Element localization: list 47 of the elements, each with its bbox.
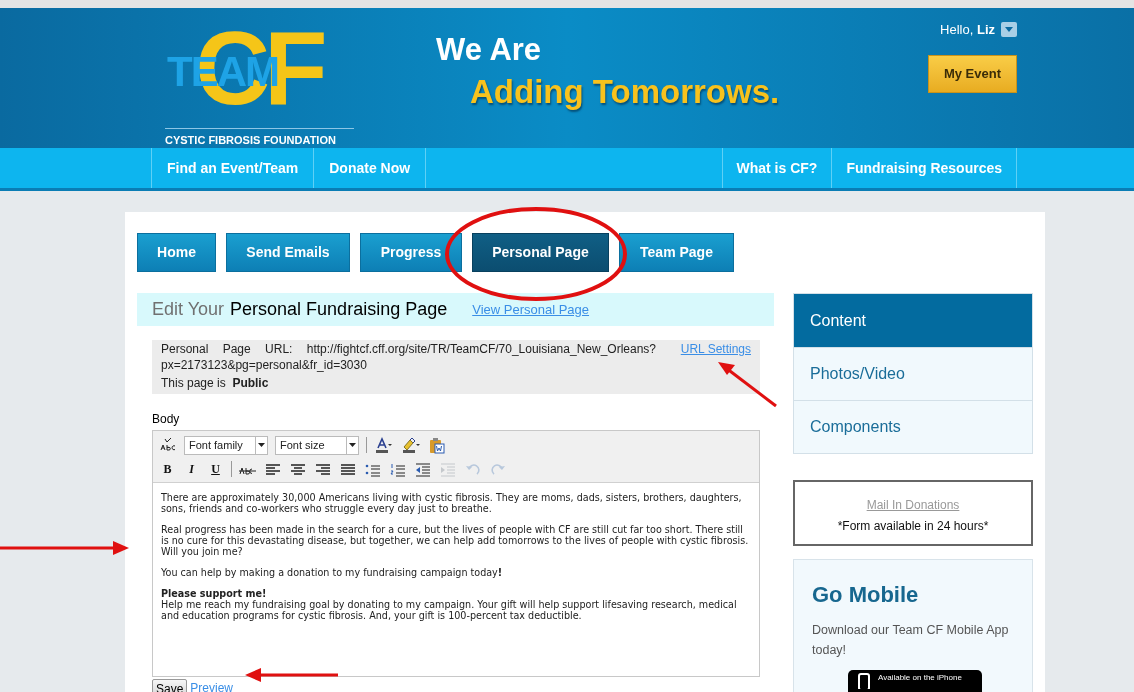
spellcheck-icon[interactable]: [159, 436, 177, 454]
italic-button[interactable]: I: [183, 460, 200, 478]
sidebar-item[interactable]: Components: [794, 400, 1032, 453]
nav-link[interactable]: Fundraising Resources: [832, 148, 1017, 188]
sidebar-item[interactable]: Photos/Video: [794, 347, 1032, 400]
url-settings-link[interactable]: URL Settings: [680, 341, 751, 373]
view-personal-page-link[interactable]: View Personal Page: [472, 299, 590, 320]
nav-link[interactable]: What is CF?: [722, 148, 833, 188]
bold-button[interactable]: B: [159, 460, 176, 478]
caret-icon: [349, 443, 356, 447]
tab[interactable]: Team Page: [619, 233, 734, 272]
body-paragraph: Please support me! Help me reach my fundraising goal by donating to my campaign. Your gift will help support lifesaving research, medical and education programs for cystic fibrosis. And, your gift is 100-percent tax deductible.: [161, 588, 738, 621]
form-note: *Form available in 24 hours*: [837, 517, 989, 535]
font-color-icon[interactable]: [374, 436, 394, 454]
outdent-icon[interactable]: [414, 460, 432, 478]
select-field[interactable]: Font family: [184, 435, 268, 455]
body-paragraph: Real progress has been made in the search for a cure, but the lives of people with CF are still cut far too short. There still is no cure for this devastating disease, but together, we can help add tomorrows to the lives of people with cystic fibrosis. Will you join me?: [161, 524, 750, 557]
app-store-badge[interactable]: Available on the iPhone: [848, 670, 982, 692]
body-label: Body: [152, 411, 181, 428]
greeting: Hello, Liz: [940, 21, 995, 39]
nav-link[interactable]: Donate Now: [314, 148, 427, 188]
tab[interactable]: Personal Page: [472, 233, 609, 272]
go-mobile-title: Go Mobile: [812, 581, 920, 609]
paste-word-icon[interactable]: [428, 436, 446, 454]
mail-in-donations-link[interactable]: Mail In Donations: [866, 495, 960, 514]
dropdown-icon[interactable]: [1001, 22, 1017, 38]
underline-button[interactable]: U: [207, 460, 224, 478]
mobile-text: Download our Team CF Mobile App today!: [812, 622, 1010, 659]
select-field[interactable]: Font size: [275, 435, 359, 455]
sidebar-item[interactable]: Content: [794, 294, 1032, 347]
page-visibility: This page is Public: [161, 375, 270, 391]
caret-icon: [258, 443, 265, 447]
my-event-button[interactable]: My Event: [928, 54, 1017, 93]
tab[interactable]: Home: [137, 233, 216, 272]
nav-link[interactable]: Find an Event/Team: [152, 148, 315, 188]
tagline: We Are: [436, 32, 543, 68]
preview-link[interactable]: Preview: [190, 679, 234, 692]
body-paragraph: You can help by making a donation to my fundraising campaign today!: [161, 567, 504, 578]
page-heading: Personal Fundraising Page: [230, 298, 448, 321]
tab[interactable]: Send Emails: [226, 233, 350, 272]
tab[interactable]: Progress: [360, 233, 462, 272]
page-heading-prefix: Edit Your: [152, 298, 225, 321]
tagline: Adding Tomorrows.: [470, 73, 780, 111]
highlight-icon[interactable]: [401, 436, 421, 454]
body-paragraph: There are approximately 30,000 Americans living with cystic fibrosis. They are moms, dads, sisters, brothers, daughters, sons, friends and co-workers who struggle every day just to breathe.: [161, 492, 743, 514]
page-url: Personal Page URL: http://fightcf.cff.org/site/TR/TeamCF/70_Louisiana_New_Orleans?px=2173123&pg=personal&fr_id=3030: [161, 341, 656, 373]
phone-icon: [858, 673, 870, 689]
